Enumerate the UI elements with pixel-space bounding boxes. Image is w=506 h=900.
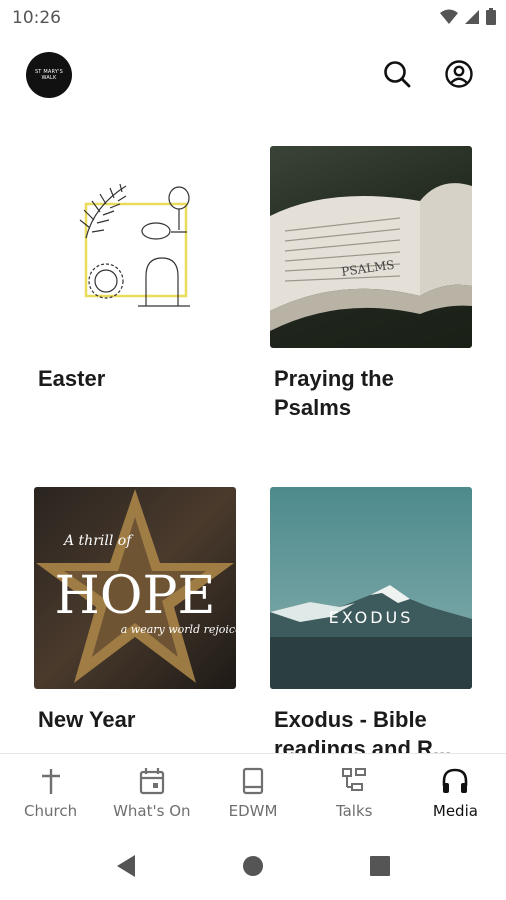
nav-edwm[interactable]: EDWM	[202, 754, 303, 834]
hope-image-title: HOPE	[55, 566, 216, 626]
account-icon	[445, 60, 473, 88]
nav-talks[interactable]: Talks	[304, 754, 405, 834]
battery-icon	[486, 8, 496, 25]
card-title: Easter	[38, 366, 106, 391]
talks-icon	[342, 768, 367, 791]
exodus-mountain-image: EXODUS	[270, 487, 472, 689]
card-title: Praying the Psalms	[274, 366, 394, 420]
media-card-easter[interactable]: Easter	[34, 146, 236, 393]
app-header: ST MARY'S WALK	[0, 46, 506, 102]
card-title: New Year	[38, 707, 136, 732]
media-card-praying-psalms[interactable]: PSALMS Praying the Psalms	[270, 146, 472, 422]
cross-icon	[41, 769, 60, 794]
nav-label: Media	[432, 802, 478, 820]
nav-whats-on[interactable]: What's On	[101, 754, 202, 834]
nav-church[interactable]: Church	[0, 754, 101, 834]
status-bar: 10:26	[0, 0, 506, 36]
logo-subtext: WALK	[41, 75, 57, 81]
hope-image-line3: a weary world rejoices	[121, 623, 236, 636]
hope-image-line1: A thrill of	[62, 533, 134, 549]
exodus-image-text: EXODUS	[329, 608, 414, 627]
status-icons	[440, 8, 496, 25]
home-icon[interactable]	[242, 855, 264, 877]
wifi-icon	[440, 9, 458, 24]
bottom-navigation: Church What's On EDWM Talks Media	[0, 753, 506, 834]
back-icon[interactable]	[115, 853, 137, 879]
nav-label: EDWM	[228, 802, 278, 820]
system-navigation-bar	[0, 833, 506, 900]
account-button[interactable]	[441, 56, 477, 92]
psalms-bible-image: PSALMS	[270, 146, 472, 348]
media-card-new-year[interactable]: A thrill of HOPE a weary world rejoices …	[34, 487, 236, 734]
church-logo[interactable]: ST MARY'S WALK	[26, 52, 72, 98]
hope-star-image: A thrill of HOPE a weary world rejoices	[34, 487, 236, 689]
nav-label: What's On	[113, 802, 191, 820]
recents-icon[interactable]	[369, 855, 391, 877]
search-button[interactable]	[379, 56, 415, 92]
headphones-icon	[443, 768, 468, 793]
search-icon	[384, 61, 411, 88]
status-time: 10:26	[12, 8, 61, 28]
nav-label: Talks	[335, 802, 373, 820]
signal-icon	[465, 9, 479, 24]
nav-label: Church	[24, 802, 78, 820]
media-card-exodus[interactable]: EXODUS Exodus - Bible readings and R...	[270, 487, 472, 763]
easter-illustration	[34, 146, 236, 348]
calendar-icon	[139, 768, 164, 795]
book-icon	[242, 767, 264, 795]
nav-media[interactable]: Media	[405, 754, 506, 834]
